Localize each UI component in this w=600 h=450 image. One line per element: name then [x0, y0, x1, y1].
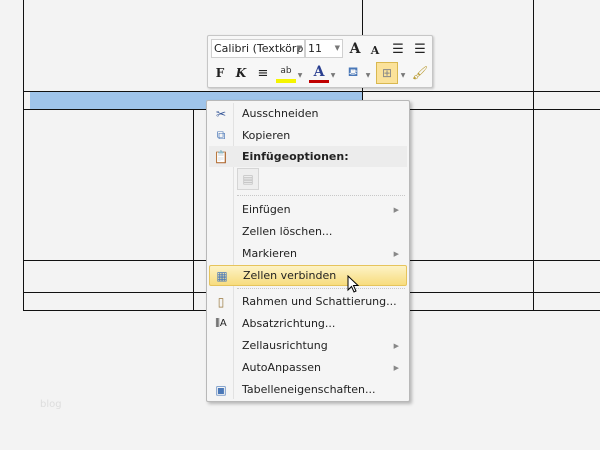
menu-item-label: Zellausrichtung [242, 339, 328, 352]
chevron-down-icon[interactable]: ▼ [364, 65, 372, 85]
submenu-arrow-icon: ▶ [393, 341, 399, 350]
font-name-combo[interactable]: Calibri (Textkörp ▼ [211, 39, 305, 58]
table-properties-icon: ▣ [215, 382, 227, 397]
menu-item-label: Absatzrichtung... [242, 317, 336, 330]
menu-item-label: Zellen verbinden [243, 269, 337, 282]
menu-item-label: Einfügen [242, 203, 291, 216]
watermark: blog [40, 399, 62, 410]
submenu-arrow-icon: ▶ [393, 363, 399, 372]
menu-item-autofit[interactable]: AutoAnpassen ▶ [209, 357, 407, 378]
menu-item-label: Kopieren [242, 129, 291, 142]
chevron-down-icon[interactable]: ▼ [296, 65, 304, 85]
menu-item-label: Rahmen und Schattierung... [242, 295, 397, 308]
menu-item-borders-shading[interactable]: ▯ Rahmen und Schattierung... [209, 291, 407, 312]
chevron-down-icon[interactable]: ▼ [399, 65, 407, 85]
font-size-combo[interactable]: 11 ▼ [305, 39, 343, 58]
shading-icon[interactable]: ⛾ [343, 63, 363, 83]
font-name-value: Calibri (Textkörp [214, 42, 304, 55]
menu-item-label: Zellen löschen... [242, 225, 333, 238]
highlight-icon[interactable]: ab [276, 63, 296, 83]
menu-item-delete-cells[interactable]: Zellen löschen... [209, 221, 407, 242]
menu-item-insert[interactable]: Einfügen ▶ [209, 199, 407, 220]
menu-item-cut[interactable]: ✂ Ausschneiden [209, 103, 407, 124]
submenu-arrow-icon: ▶ [393, 205, 399, 214]
format-painter-icon[interactable]: 🖌 [411, 63, 429, 83]
separator [237, 288, 405, 289]
increase-indent-icon[interactable]: ☰ [411, 39, 429, 59]
borders-icon[interactable]: ⊞ [376, 62, 398, 84]
font-size-value: 11 [308, 42, 322, 55]
chevron-down-icon[interactable]: ▼ [329, 65, 337, 85]
paste-icon: 📋 [213, 149, 229, 164]
separator [237, 195, 405, 196]
center-align-icon[interactable]: ≡ [254, 63, 272, 83]
copy-icon: ⧉ [216, 128, 226, 142]
context-menu: ✂ Ausschneiden ⧉ Kopieren 📋 Einfügeoptionen… [206, 100, 410, 402]
menu-item-copy[interactable]: ⧉ Kopieren [209, 125, 407, 146]
menu-item-text-direction[interactable]: ⫼A Absatzrichtung... [209, 313, 407, 334]
paste-options-header: 📋 Einfügeoptionen: [209, 146, 407, 167]
table-border [23, 91, 600, 92]
shrink-font-icon[interactable]: A [366, 40, 384, 60]
grow-font-icon[interactable]: A [346, 39, 364, 59]
mouse-cursor-icon [347, 275, 360, 293]
paste-keep-text-button[interactable]: ▤ [237, 168, 259, 190]
scissors-icon: ✂ [215, 106, 227, 121]
chevron-down-icon: ▼ [334, 44, 340, 52]
menu-item-label: Einfügeoptionen: [242, 150, 349, 163]
bold-button[interactable]: F [211, 63, 229, 83]
mini-toolbar: Calibri (Textkörp ▼ 11 ▼ A A ☰ ☰ F K ≡ ab … [207, 35, 433, 88]
table-border [193, 91, 194, 311]
menu-item-label: Tabelleneigenschaften... [242, 383, 376, 396]
decrease-indent-icon[interactable]: ☰ [389, 39, 407, 59]
menu-item-label: Ausschneiden [242, 107, 319, 120]
menu-item-merge-cells[interactable]: ▦ Zellen verbinden [209, 265, 407, 286]
text-direction-icon: ⫼A [215, 318, 227, 329]
table-border [23, 0, 24, 311]
borders-icon: ▯ [217, 294, 225, 309]
italic-button[interactable]: K [232, 63, 250, 83]
menu-item-label: Markieren [242, 247, 297, 260]
menu-item-table-properties[interactable]: ▣ Tabelleneigenschaften... [209, 379, 407, 400]
table-border [533, 0, 534, 311]
menu-item-label: AutoAnpassen [242, 361, 321, 374]
menu-item-select[interactable]: Markieren ▶ [209, 243, 407, 264]
merge-cells-icon: ▦ [216, 268, 228, 283]
menu-item-cell-alignment[interactable]: Zellausrichtung ▶ [209, 335, 407, 356]
font-color-icon[interactable]: A [309, 63, 329, 83]
chevron-down-icon: ▼ [296, 44, 302, 52]
submenu-arrow-icon: ▶ [393, 249, 399, 258]
